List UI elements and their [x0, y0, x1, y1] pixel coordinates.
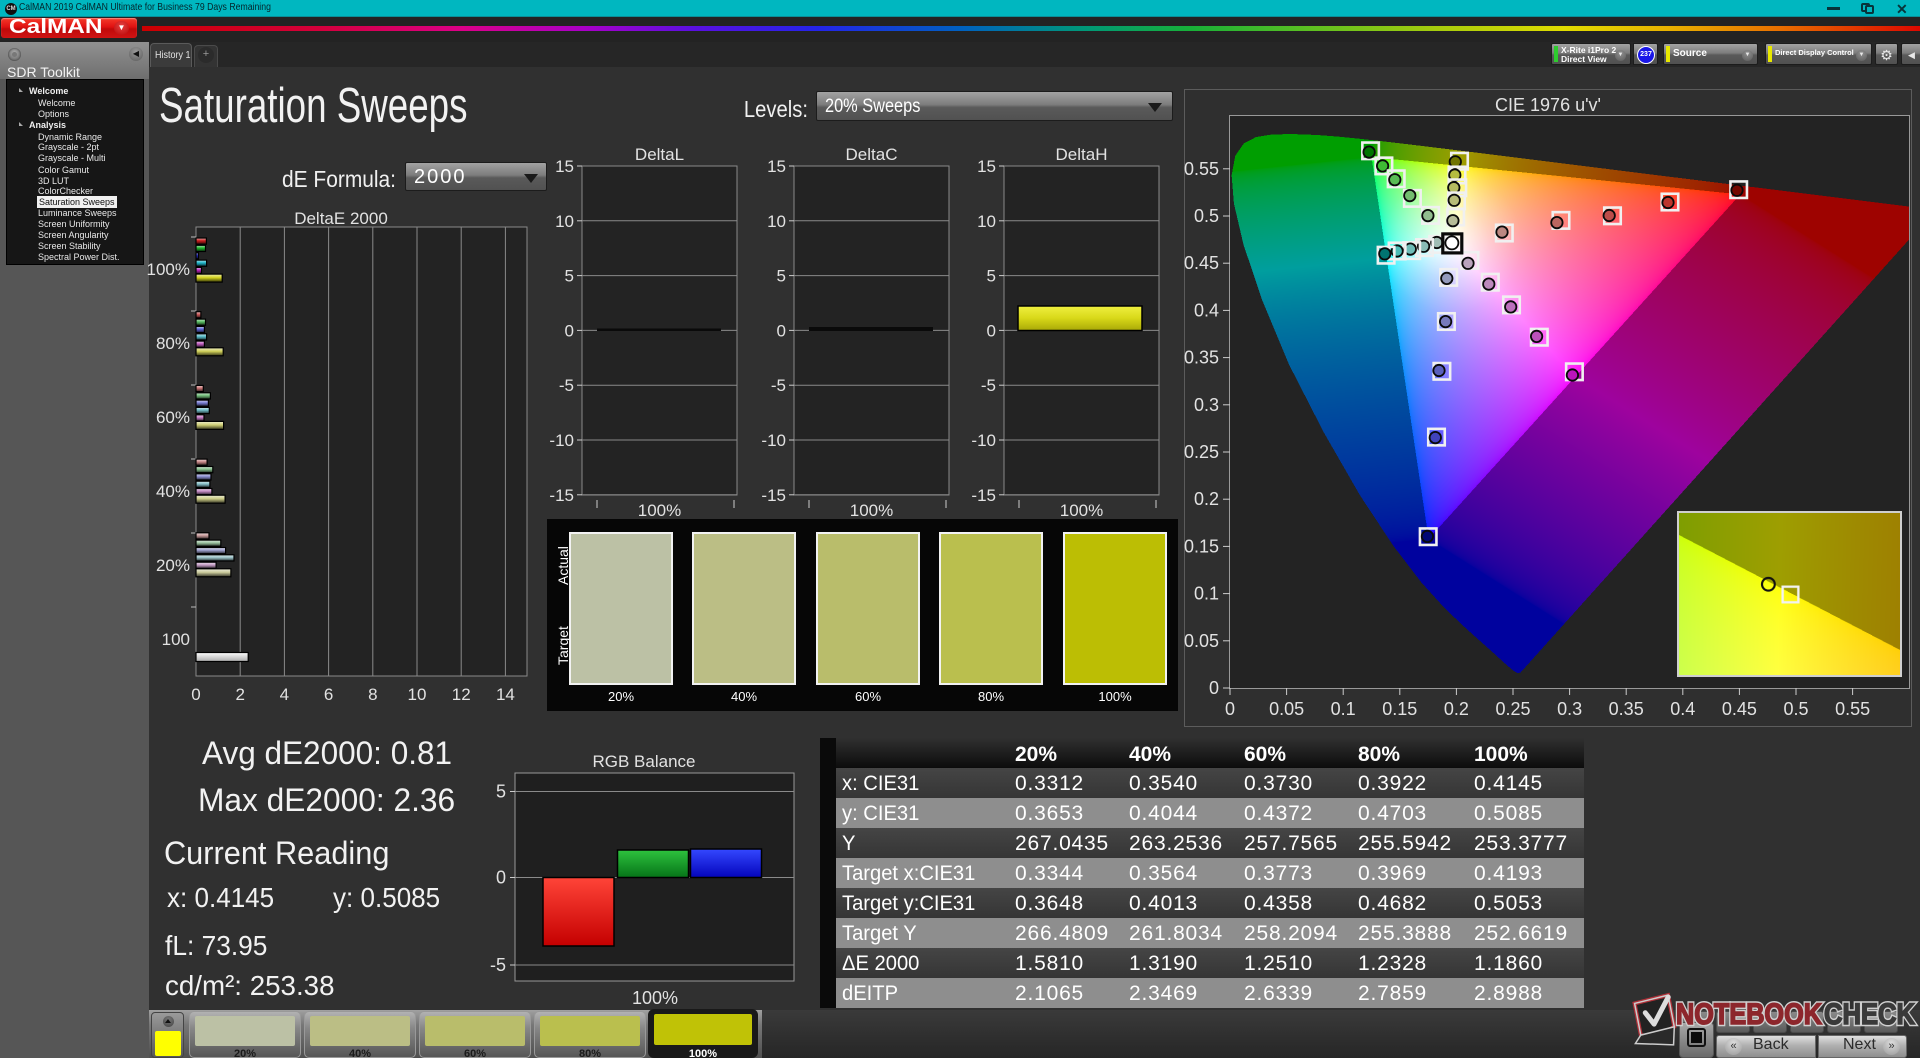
svg-text:0: 0	[1209, 678, 1219, 698]
svg-text:0.05: 0.05	[1269, 699, 1304, 719]
svg-text:5: 5	[987, 267, 996, 286]
svg-text:15: 15	[767, 157, 786, 176]
svg-text:0.5: 0.5	[1194, 206, 1219, 226]
svg-text:100%: 100%	[850, 501, 893, 520]
svg-text:0.1: 0.1	[1194, 584, 1219, 604]
svg-text:10: 10	[977, 212, 996, 231]
svg-text:-5: -5	[981, 376, 996, 395]
svg-text:15: 15	[555, 157, 574, 176]
svg-text:0.15: 0.15	[1184, 536, 1219, 556]
svg-text:0.55: 0.55	[1184, 159, 1219, 179]
svg-text:0: 0	[191, 685, 200, 704]
svg-text:0.2: 0.2	[1194, 489, 1219, 509]
svg-text:5: 5	[496, 782, 506, 802]
svg-text:0: 0	[777, 321, 786, 340]
svg-text:40%: 40%	[156, 482, 190, 501]
svg-text:0.5: 0.5	[1783, 699, 1808, 719]
svg-text:100%: 100%	[1060, 501, 1103, 520]
svg-text:DeltaL: DeltaL	[635, 145, 684, 164]
svg-text:0: 0	[565, 321, 574, 340]
svg-text:6: 6	[324, 685, 333, 704]
svg-text:10: 10	[408, 685, 427, 704]
svg-text:-5: -5	[490, 955, 506, 975]
svg-text:-15: -15	[971, 486, 996, 505]
svg-text:10: 10	[555, 212, 574, 231]
svg-text:0.3: 0.3	[1194, 395, 1219, 415]
svg-text:0.3: 0.3	[1557, 699, 1582, 719]
svg-text:0.45: 0.45	[1184, 253, 1219, 273]
svg-text:0.55: 0.55	[1835, 699, 1870, 719]
svg-text:0.35: 0.35	[1184, 348, 1219, 368]
svg-text:0.4: 0.4	[1670, 699, 1695, 719]
svg-text:0.4: 0.4	[1194, 300, 1219, 320]
svg-text:DeltaE 2000: DeltaE 2000	[294, 209, 388, 228]
svg-text:12: 12	[452, 685, 471, 704]
svg-text:0.1: 0.1	[1331, 699, 1356, 719]
svg-text:100%: 100%	[638, 501, 681, 520]
svg-text:-5: -5	[771, 376, 786, 395]
svg-text:0: 0	[1225, 699, 1235, 719]
svg-text:0.25: 0.25	[1184, 442, 1219, 462]
svg-text:8: 8	[368, 685, 377, 704]
svg-text:RGB Balance: RGB Balance	[593, 752, 696, 771]
svg-text:CHECK: CHECK	[1824, 998, 1915, 1031]
svg-text:NOTEBOOK: NOTEBOOK	[1676, 998, 1822, 1031]
svg-text:0: 0	[496, 868, 506, 888]
svg-text:5: 5	[777, 267, 786, 286]
svg-text:100: 100	[162, 630, 190, 649]
svg-text:5: 5	[565, 267, 574, 286]
svg-text:0.2: 0.2	[1444, 699, 1469, 719]
svg-text:20%: 20%	[156, 556, 190, 575]
svg-text:-15: -15	[761, 486, 786, 505]
svg-text:60%: 60%	[156, 408, 190, 427]
svg-text:-5: -5	[559, 376, 574, 395]
svg-text:100%: 100%	[632, 988, 678, 1008]
svg-text:0.05: 0.05	[1184, 631, 1219, 651]
svg-text:0.15: 0.15	[1382, 699, 1417, 719]
svg-text:14: 14	[496, 685, 515, 704]
svg-text:4: 4	[280, 685, 289, 704]
svg-text:-15: -15	[549, 486, 574, 505]
svg-text:-10: -10	[549, 431, 574, 450]
svg-text:10: 10	[767, 212, 786, 231]
svg-text:80%: 80%	[156, 334, 190, 353]
svg-text:0: 0	[987, 321, 996, 340]
svg-text:0.25: 0.25	[1495, 699, 1530, 719]
svg-text:0.35: 0.35	[1609, 699, 1644, 719]
svg-text:2: 2	[235, 685, 244, 704]
svg-text:-10: -10	[761, 431, 786, 450]
svg-text:100%: 100%	[147, 260, 190, 279]
svg-text:-10: -10	[971, 431, 996, 450]
svg-text:15: 15	[977, 157, 996, 176]
svg-text:0.45: 0.45	[1722, 699, 1757, 719]
svg-text:DeltaC: DeltaC	[846, 145, 898, 164]
svg-text:DeltaH: DeltaH	[1056, 145, 1108, 164]
